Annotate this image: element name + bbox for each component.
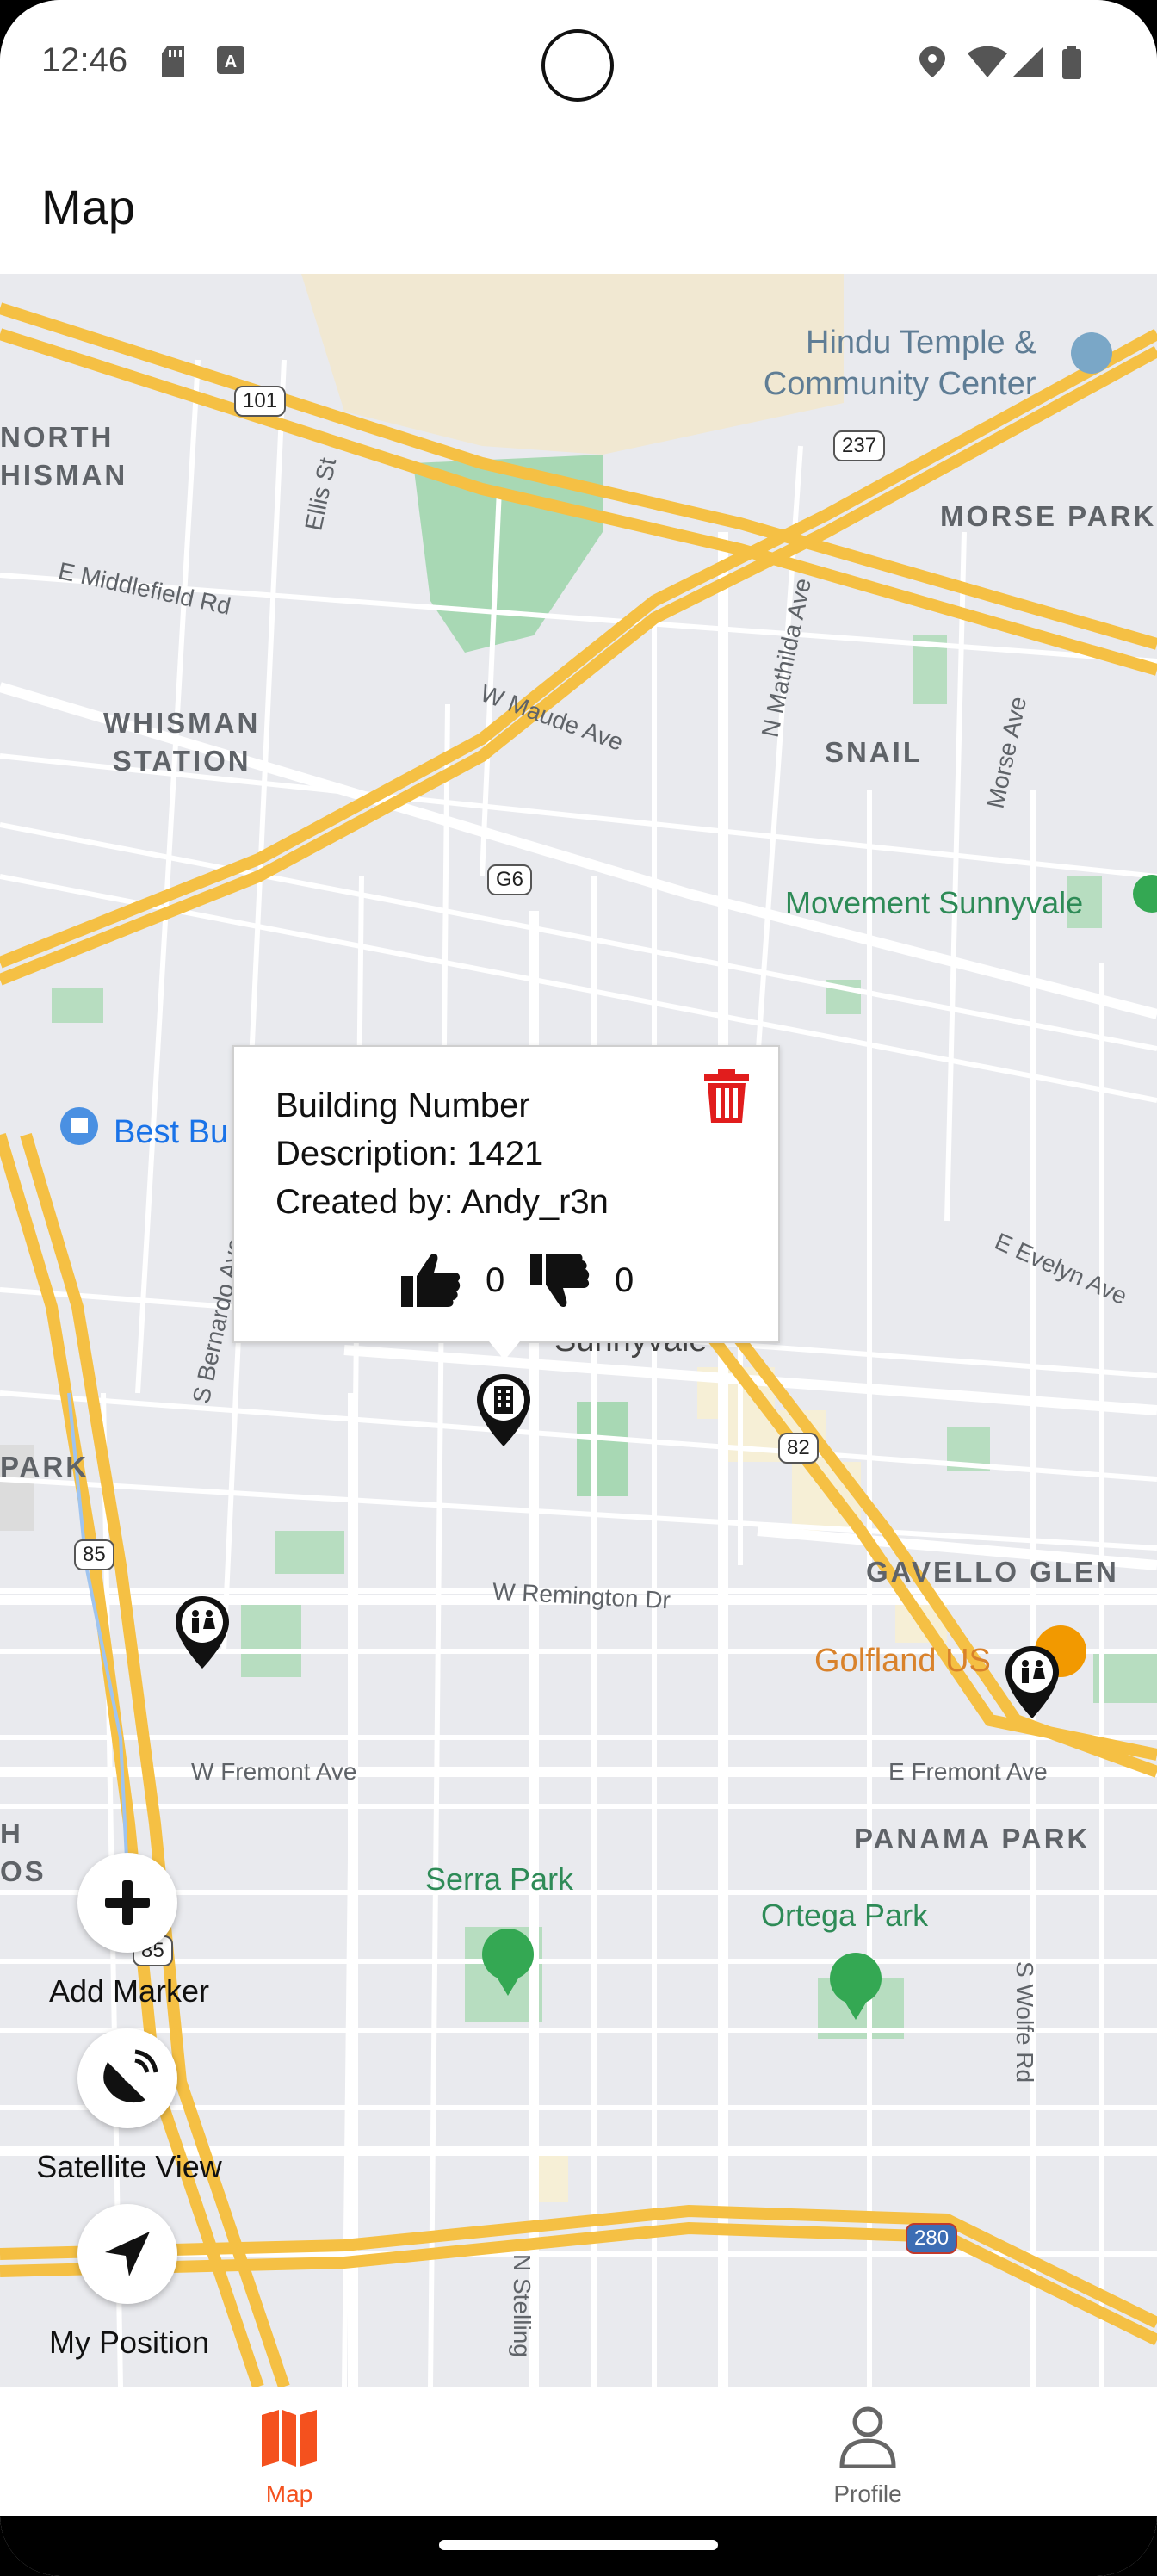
marker-info-popup: Building Number Description: 1421 Create…: [232, 1045, 780, 1343]
popup-title: Building Number: [275, 1087, 530, 1124]
map-label-serra-park: Serra Park: [425, 1861, 574, 1897]
map-label-hindu-temple: Hindu Temple & Community Center: [764, 322, 1036, 405]
nav-item-map[interactable]: Map: [160, 2387, 418, 2517]
location-icon: [919, 46, 945, 77]
map-label-panama-park: PANAMA PARK: [854, 1823, 1091, 1855]
person-icon: [839, 2406, 896, 2468]
map-label-e-fremont: E Fremont Ave: [888, 1758, 1048, 1785]
route-shield-237: 237: [833, 430, 886, 461]
svg-text:A: A: [225, 53, 237, 71]
battery-icon: [1062, 46, 1081, 79]
map-label-text: HISMAN: [0, 459, 128, 491]
trash-icon[interactable]: [702, 1069, 751, 1124]
nav-label-profile: Profile: [833, 2480, 902, 2507]
map-label-best-buy: Best Bu: [114, 1114, 229, 1150]
restroom-marker-pin-east[interactable]: [1002, 1644, 1062, 1722]
popup-description: Description: 1421: [275, 1135, 544, 1173]
restroom-marker-pin[interactable]: [172, 1595, 232, 1672]
plus-icon: [105, 1880, 150, 1925]
popup-pointer: [489, 1341, 520, 1360]
gesture-handle[interactable]: [439, 2540, 718, 2550]
building-marker-pin[interactable]: [473, 1372, 534, 1450]
route-shield-101: 101: [234, 386, 287, 417]
route-shield-g6: G6: [487, 864, 533, 895]
map-label-text: NORTH: [0, 421, 114, 453]
satellite-view-button[interactable]: [77, 2028, 177, 2128]
map-label-text: OS: [0, 1855, 46, 1887]
status-time: 12:46: [41, 41, 128, 79]
bottom-navigation: Map Profile: [0, 2387, 1157, 2517]
map-label-text: STATION: [112, 745, 251, 777]
satellite-dish-icon: [103, 2049, 158, 2103]
map-label-ortega-park: Ortega Park: [761, 1898, 929, 1933]
thumbs-up-icon: [401, 1254, 461, 1307]
map-label-text: Hindu Temple &: [806, 325, 1036, 361]
dislike-count: 0: [615, 1260, 634, 1299]
nav-label-map: Map: [265, 2480, 313, 2507]
route-shield-82: 82: [778, 1433, 819, 1464]
status-bar: 12:46 A: [0, 0, 1157, 129]
dislike-button[interactable]: 0: [530, 1250, 634, 1310]
app-bar: Map: [0, 129, 1157, 274]
like-button[interactable]: 0: [401, 1250, 504, 1310]
sd-card-icon: [162, 46, 184, 77]
add-marker-label: Add Marker: [48, 1973, 210, 2009]
map-label-whisman-station: WHISMAN STATION: [103, 704, 260, 780]
map-label-stelling: N Stelling: [509, 2254, 535, 2357]
map-label-wolfe: S Wolfe Rd: [1012, 1961, 1038, 2084]
satellite-view-label: Satellite View: [36, 2149, 222, 2184]
keyboard-a-icon: A: [217, 46, 244, 74]
add-marker-button[interactable]: [77, 1853, 177, 1953]
navigation-arrow-icon: [105, 2232, 150, 2276]
map-label-morse-park: MORSE PARK: [940, 500, 1157, 532]
map-label-text: H: [0, 1817, 23, 1849]
map-label-north-whisman: NORTH HISMAN: [0, 418, 127, 494]
map-label-park-left: PARK: [0, 1451, 90, 1483]
map-label-snail: SNAIL: [825, 736, 923, 768]
map-label-gavello-glen: GAVELLO GLEN: [866, 1556, 1119, 1588]
like-count: 0: [486, 1260, 505, 1299]
route-shield-280: 280: [906, 2223, 958, 2254]
map-label-h-os: H OS: [0, 1815, 46, 1891]
route-shield-85: 85: [74, 1539, 114, 1570]
popup-created-by: Created by: Andy_r3n: [275, 1183, 609, 1221]
wifi-icon: [968, 46, 1007, 77]
thumbs-down-icon: [530, 1254, 590, 1307]
my-position-label: My Position: [48, 2325, 210, 2360]
map-icon: [262, 2410, 317, 2467]
app-screen: 12:46 A Map Hindu Temple & Community Cen…: [0, 0, 1157, 2576]
map-label-w-fremont: W Fremont Ave: [191, 1758, 357, 1785]
signal-icon: [1012, 46, 1043, 77]
nav-item-profile[interactable]: Profile: [739, 2387, 997, 2517]
my-position-button[interactable]: [77, 2204, 177, 2304]
front-camera: [541, 29, 614, 102]
map-label-text: WHISMAN: [103, 707, 261, 739]
map-label-movement: Movement Sunnyvale: [785, 885, 1084, 920]
page-title: Map: [41, 180, 135, 234]
map-label-golfland: Golfland US: [814, 1643, 991, 1679]
map-label-text: Community Center: [763, 366, 1036, 402]
